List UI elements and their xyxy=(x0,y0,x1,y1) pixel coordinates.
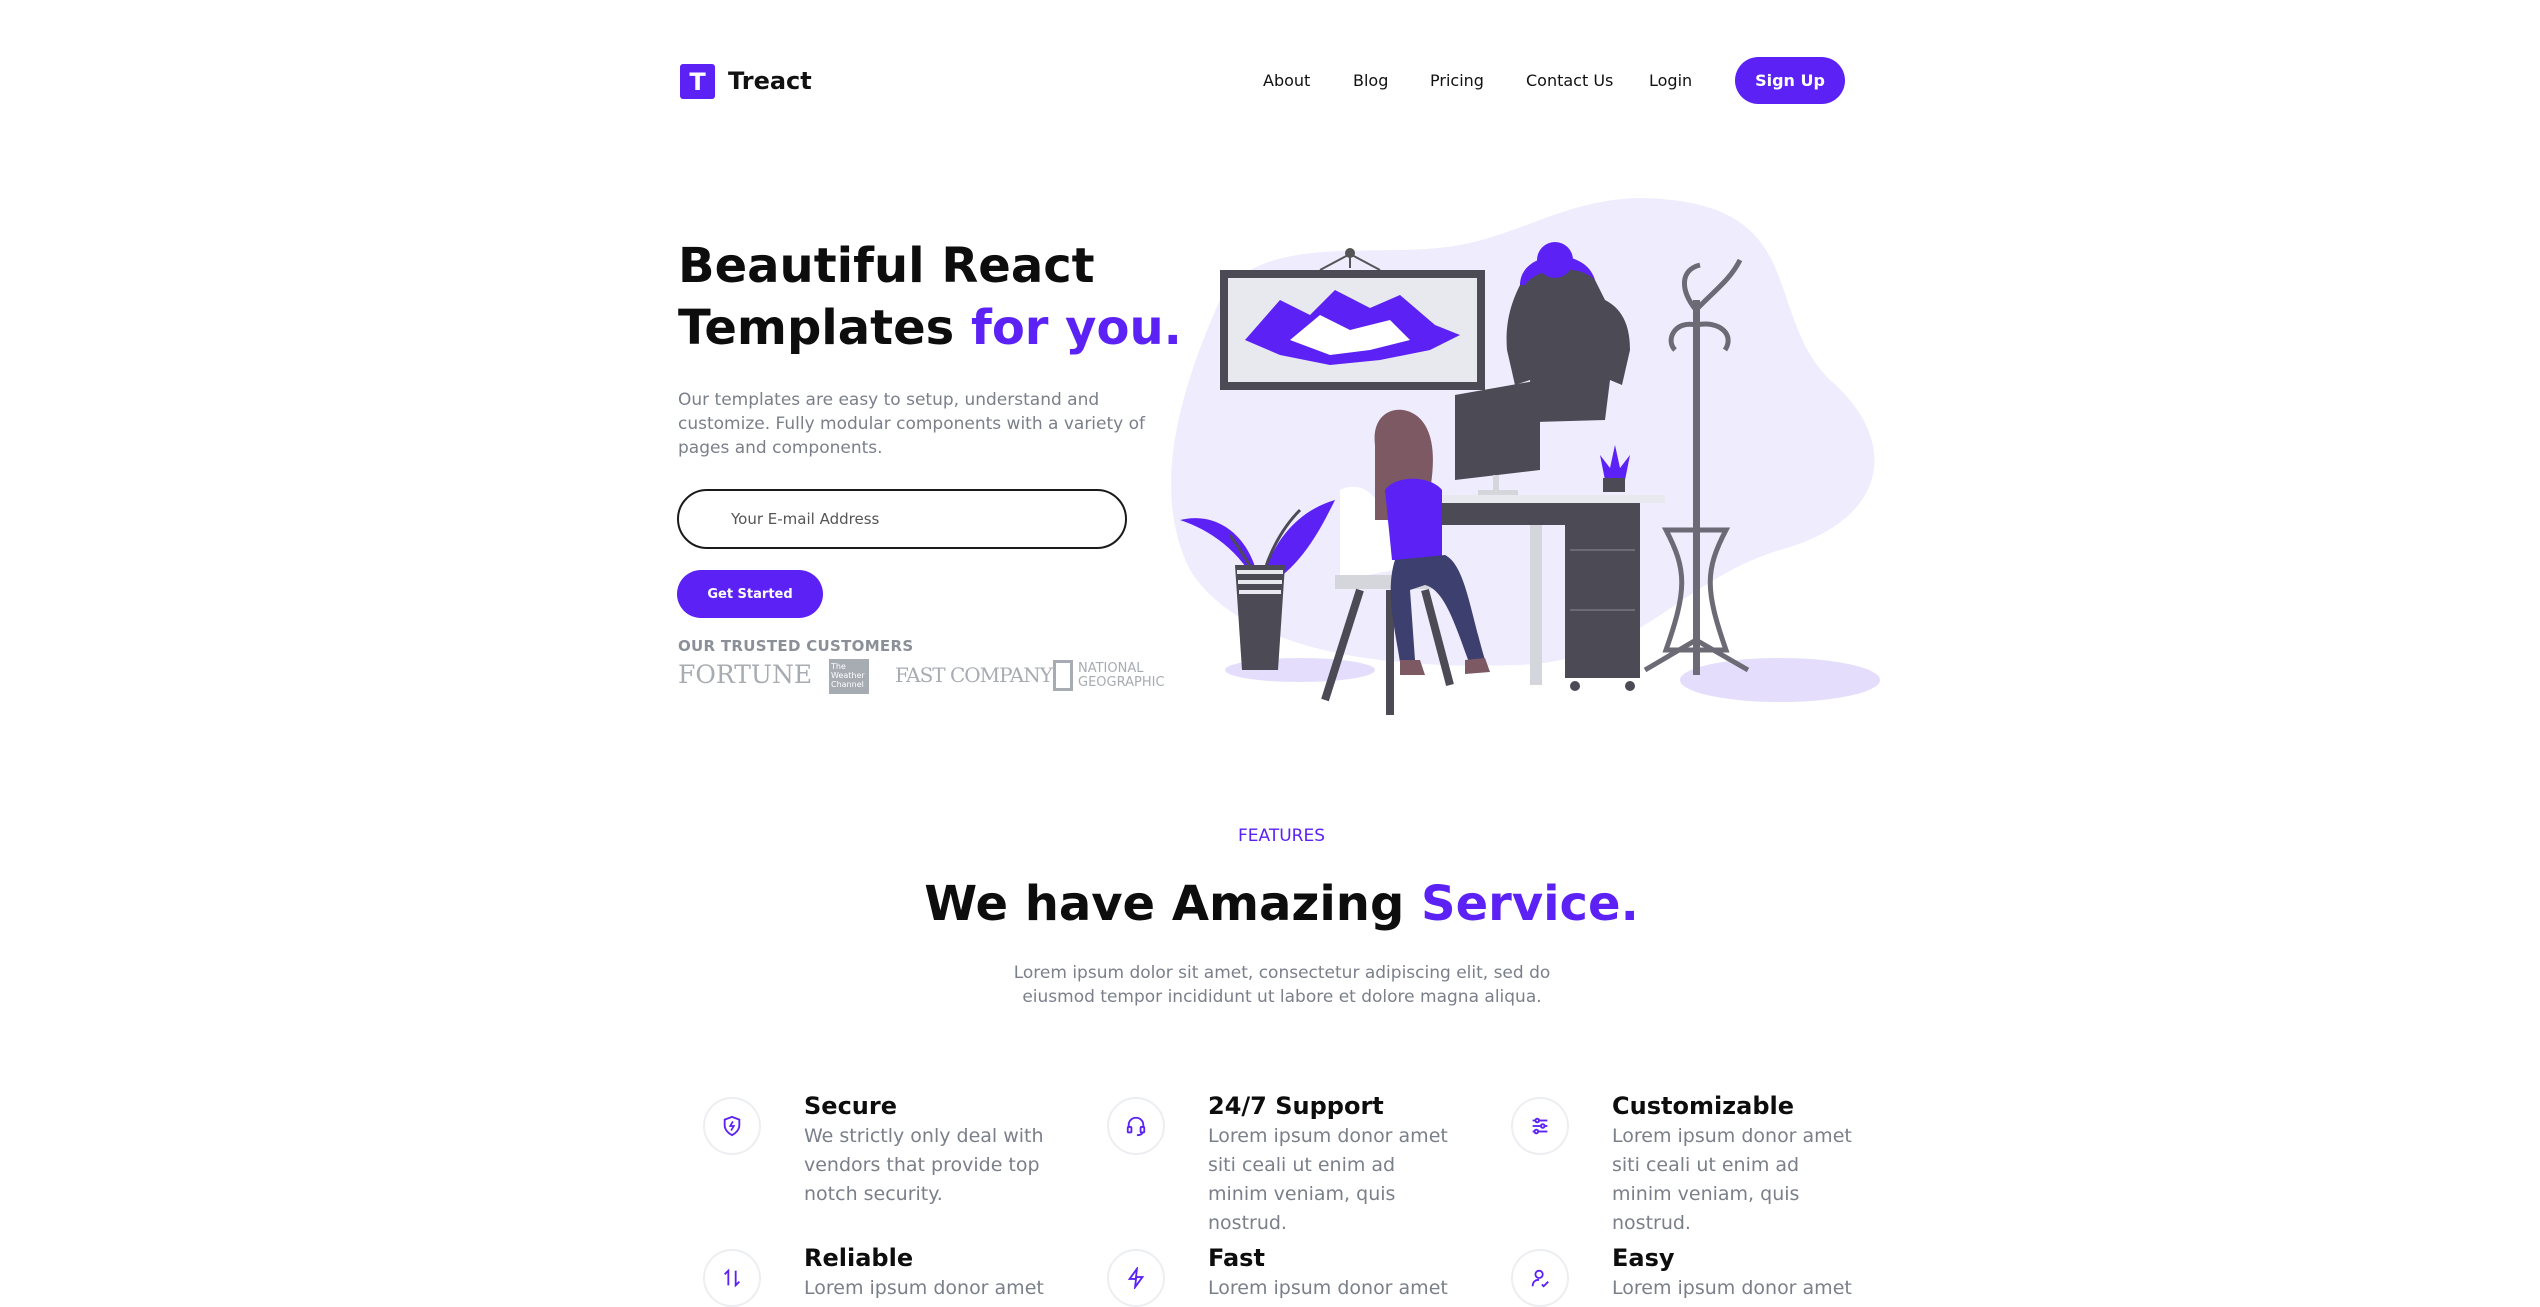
natgeo-line1: NATIONAL xyxy=(1078,661,1144,676)
natgeo-line2: GEOGRAPHIC xyxy=(1078,675,1165,690)
get-started-button[interactable]: Get Started xyxy=(677,570,823,618)
weather-channel-logo: The Weather Channel xyxy=(829,659,869,694)
nav-pricing[interactable]: Pricing xyxy=(1430,70,1484,92)
feature-desc: Lorem ipsum donor amet xyxy=(1208,1277,1448,1299)
logo-text[interactable]: Treact xyxy=(728,64,812,99)
hero-title-accent: for you. xyxy=(970,300,1182,356)
nav-blog[interactable]: Blog xyxy=(1353,70,1388,92)
email-input[interactable]: Your E-mail Address xyxy=(677,489,1127,549)
lightning-icon xyxy=(1107,1249,1165,1307)
feature-title: 24/7 Support xyxy=(1208,1092,1384,1120)
user-check-icon xyxy=(1511,1249,1569,1307)
natgeo-logo: NATIONAL GEOGRAPHIC xyxy=(1078,662,1165,690)
logo-letter: T xyxy=(689,67,706,96)
weather-line3: Channel xyxy=(831,680,864,689)
features-label: FEATURES xyxy=(1237,826,1325,846)
arrows-updown-icon xyxy=(703,1249,761,1307)
features-description: Lorem ipsum dolor sit amet, consectetur … xyxy=(1013,963,1551,1007)
feature-desc: Lorem ipsum donor amet siti ceali ut eni… xyxy=(1612,1125,1852,1234)
feature-desc: Lorem ipsum donor amet siti ceali ut eni… xyxy=(1208,1125,1448,1234)
signup-button[interactable]: Sign Up xyxy=(1735,57,1845,104)
features-title-accent: Service. xyxy=(1421,876,1639,932)
feature-title: Fast xyxy=(1208,1244,1265,1272)
hero-title-line1: Beautiful React xyxy=(678,238,1095,294)
shield-icon xyxy=(703,1097,761,1155)
nav-about[interactable]: About xyxy=(1263,70,1310,92)
fast-company-logo: FAST COMPANY xyxy=(895,663,1053,687)
hero-illustration xyxy=(1171,198,1880,715)
features-title-plain: We have Amazing xyxy=(924,876,1405,932)
feature-desc: Lorem ipsum donor amet xyxy=(1612,1277,1852,1299)
feature-desc: We strictly only deal with vendors that … xyxy=(804,1125,1044,1205)
headset-icon xyxy=(1107,1097,1165,1155)
sliders-icon xyxy=(1511,1097,1569,1155)
weather-line2: Weather xyxy=(831,671,865,680)
fortune-logo: FORTUNE xyxy=(678,660,813,689)
nav-contact-us[interactable]: Contact Us xyxy=(1526,70,1613,92)
features-title: We have Amazing Service. xyxy=(0,876,2540,932)
email-placeholder: Your E-mail Address xyxy=(731,510,880,528)
hero-title-line2: Templates xyxy=(678,300,955,356)
feature-title: Secure xyxy=(804,1092,897,1120)
hero-description: Our templates are easy to setup, underst… xyxy=(678,390,1146,458)
feature-title: Reliable xyxy=(804,1244,914,1272)
logo-icon[interactable]: T xyxy=(680,64,715,99)
natgeo-frame-icon xyxy=(1053,660,1073,691)
trusted-customers-label: OUR TRUSTED CUSTOMERS xyxy=(678,637,914,655)
feature-title: Customizable xyxy=(1612,1092,1795,1120)
feature-desc: Lorem ipsum donor amet xyxy=(804,1277,1044,1299)
weather-line1: The xyxy=(831,662,846,671)
nav-login[interactable]: Login xyxy=(1649,70,1692,92)
feature-title: Easy xyxy=(1612,1244,1675,1272)
